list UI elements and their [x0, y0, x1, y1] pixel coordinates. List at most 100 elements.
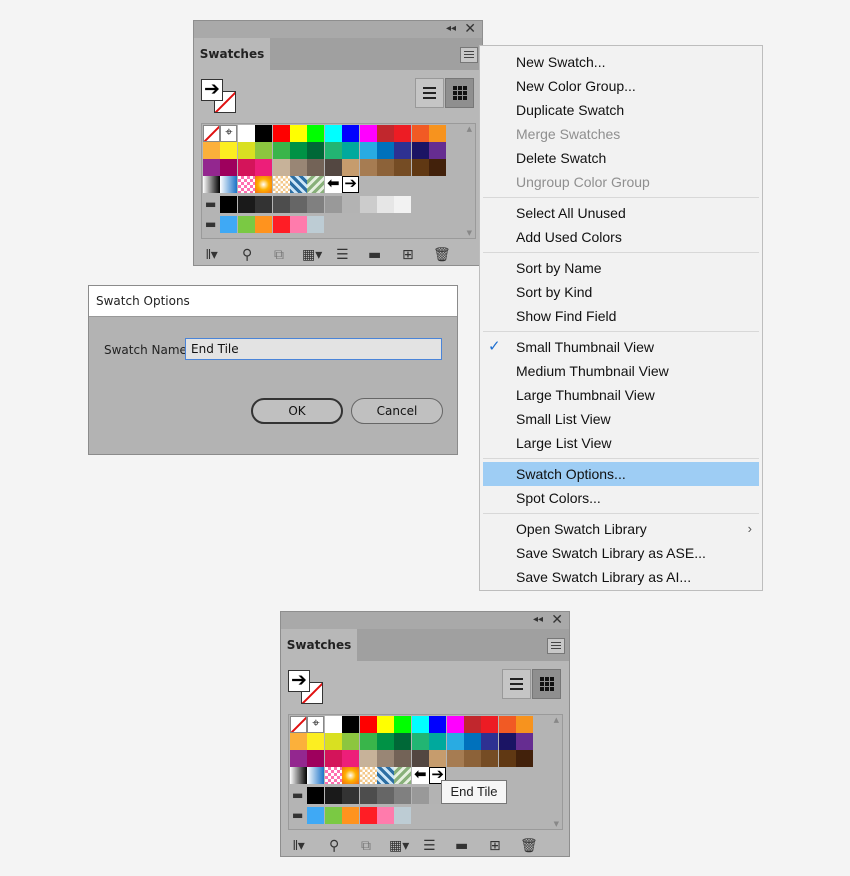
- swatch[interactable]: [255, 159, 273, 176]
- swatch[interactable]: [464, 733, 481, 750]
- swatch[interactable]: [237, 216, 255, 233]
- swatch[interactable]: [307, 216, 325, 233]
- swatch[interactable]: [324, 196, 342, 213]
- fill-stroke-widget[interactable]: ➔: [201, 79, 243, 121]
- swatch[interactable]: [359, 125, 377, 142]
- swatch[interactable]: [342, 733, 360, 750]
- list-view-button[interactable]: [415, 78, 444, 108]
- tab-swatches[interactable]: Swatches: [194, 38, 270, 70]
- swatch-pattern[interactable]: [290, 767, 307, 784]
- swatch[interactable]: [324, 733, 342, 750]
- swatch[interactable]: [342, 807, 360, 824]
- swatch[interactable]: [324, 750, 342, 767]
- swatch-pattern[interactable]: [203, 176, 220, 193]
- swatch-options-icon[interactable]: ⧉: [274, 245, 284, 265]
- close-icon[interactable]: ✕: [464, 21, 476, 37]
- thumbnail-view-button[interactable]: [445, 78, 474, 108]
- libraries-menu-icon[interactable]: 𝍪▾: [206, 245, 218, 265]
- menu-item-select-all-unused[interactable]: Select All Unused: [480, 201, 762, 225]
- swatch[interactable]: [342, 142, 360, 159]
- swatch-end-tile[interactable]: ➔: [342, 176, 360, 193]
- thumbnail-view-button[interactable]: [532, 669, 561, 699]
- menu-item-save-swatch-library-as-ase[interactable]: Save Swatch Library as ASE...: [480, 541, 762, 565]
- swatch[interactable]: [394, 142, 412, 159]
- panel-title-bar[interactable]: ◂◂ ✕: [194, 21, 482, 39]
- swatch[interactable]: [377, 733, 394, 750]
- swatch[interactable]: [377, 750, 394, 767]
- swatch[interactable]: [237, 142, 255, 159]
- swatch[interactable]: [220, 142, 238, 159]
- swatch[interactable]: [324, 142, 342, 159]
- menu-item-duplicate-swatch[interactable]: Duplicate Swatch: [480, 98, 762, 122]
- swatch-pattern[interactable]: [342, 767, 360, 784]
- libraries-menu-icon[interactable]: 𝍪▾: [293, 836, 305, 856]
- fill-pattern-icon[interactable]: ➔: [201, 79, 223, 101]
- swatch[interactable]: [429, 733, 447, 750]
- swatch[interactable]: [272, 159, 290, 176]
- color-group-folder-icon[interactable]: ▬: [205, 197, 216, 211]
- swatch-pattern[interactable]: [394, 767, 412, 784]
- swatch[interactable]: [359, 716, 377, 733]
- menu-item-medium-thumbnail-view[interactable]: Medium Thumbnail View: [480, 359, 762, 383]
- swatch[interactable]: [342, 196, 360, 213]
- swatch[interactable]: [220, 216, 238, 233]
- swatch[interactable]: [307, 159, 325, 176]
- tab-swatches[interactable]: Swatches: [281, 629, 357, 661]
- swatch[interactable]: [324, 716, 342, 733]
- swatch[interactable]: [324, 125, 342, 142]
- swatch[interactable]: [377, 787, 394, 804]
- swatch[interactable]: [394, 196, 412, 213]
- swatch[interactable]: [307, 750, 325, 767]
- swatch[interactable]: [394, 716, 412, 733]
- swatch[interactable]: [498, 733, 516, 750]
- swatch-registration[interactable]: ⌖: [307, 716, 325, 733]
- show-kinds-icon[interactable]: ⚲: [329, 836, 339, 856]
- swatch[interactable]: [498, 716, 516, 733]
- swatch[interactable]: [220, 159, 238, 176]
- folder-icon[interactable]: ▬: [368, 245, 381, 265]
- swatch-name-field[interactable]: End Tile: [185, 338, 442, 360]
- swatch-pattern[interactable]: [307, 767, 325, 784]
- swatch[interactable]: [272, 216, 290, 233]
- swatch[interactable]: [290, 750, 307, 767]
- swatch-side-tile[interactable]: ⬅: [411, 767, 429, 784]
- swatch[interactable]: [377, 807, 394, 824]
- swatch[interactable]: [203, 159, 220, 176]
- menu-item-open-swatch-library[interactable]: Open Swatch Library ›: [480, 517, 762, 541]
- swatch[interactable]: [307, 807, 325, 824]
- swatch[interactable]: [516, 733, 534, 750]
- swatch[interactable]: [359, 787, 377, 804]
- panel-menu-button[interactable]: [460, 47, 478, 63]
- menu-item-save-swatch-library-as-ai[interactable]: Save Swatch Library as AI...: [480, 565, 762, 589]
- swatch-pattern[interactable]: [237, 176, 255, 193]
- swatch-options-icon[interactable]: ⧉: [361, 836, 371, 856]
- swatch[interactable]: [394, 125, 412, 142]
- swatch[interactable]: [446, 733, 464, 750]
- panel-menu-button[interactable]: [547, 638, 565, 654]
- swatch[interactable]: [394, 159, 412, 176]
- swatch[interactable]: [394, 807, 412, 824]
- swatch[interactable]: [203, 142, 220, 159]
- swatch[interactable]: [359, 750, 377, 767]
- swatch-none[interactable]: [203, 125, 220, 142]
- menu-item-new-swatch[interactable]: New Swatch...: [480, 50, 762, 74]
- swatch[interactable]: [307, 142, 325, 159]
- ok-button[interactable]: OK: [251, 398, 343, 424]
- swatch[interactable]: [290, 733, 307, 750]
- swatch[interactable]: [237, 196, 255, 213]
- scroll-down-icon[interactable]: ▼: [467, 229, 472, 237]
- swatch[interactable]: [290, 196, 307, 213]
- swatch[interactable]: [411, 159, 429, 176]
- fill-stroke-widget[interactable]: ➔: [288, 670, 330, 712]
- color-group-folder-icon[interactable]: ▬: [292, 788, 303, 802]
- fill-pattern-icon[interactable]: ➔: [288, 670, 310, 692]
- swatch[interactable]: [394, 787, 412, 804]
- swatch[interactable]: [272, 125, 290, 142]
- swatch[interactable]: [359, 733, 377, 750]
- new-swatch-icon[interactable]: ⊞: [489, 836, 501, 856]
- swatch-side-tile[interactable]: ⬅: [324, 176, 342, 193]
- menu-item-delete-swatch[interactable]: Delete Swatch: [480, 146, 762, 170]
- swatch[interactable]: [516, 716, 534, 733]
- folder-icon[interactable]: ▬: [455, 836, 468, 856]
- swatch[interactable]: [429, 716, 447, 733]
